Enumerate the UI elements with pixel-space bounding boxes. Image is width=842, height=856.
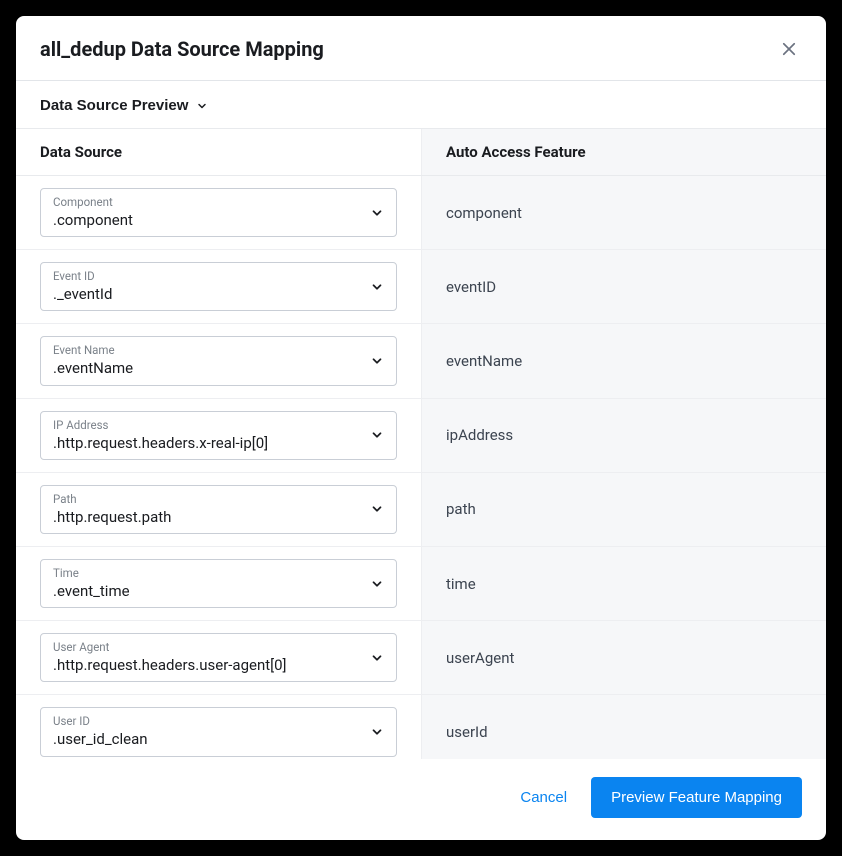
data-source-mapping-modal: all_dedup Data Source Mapping Data Sourc… [16, 16, 826, 840]
select-label: Component [53, 195, 360, 210]
select-label: Event Name [53, 343, 360, 358]
data-source-cell: Path.http.request.path [16, 473, 421, 546]
mapping-rows: Component.componentcomponentEvent ID._ev… [16, 176, 826, 759]
data-source-select[interactable]: Event Name.eventName [40, 336, 397, 385]
chevron-down-icon [196, 100, 208, 112]
auto-access-feature-cell: eventName [421, 324, 826, 397]
data-source-cell: Event Name.eventName [16, 324, 421, 397]
auto-access-feature-cell: component [421, 176, 826, 249]
auto-access-feature-cell: eventID [421, 250, 826, 323]
data-source-cell: User Agent.http.request.headers.user-age… [16, 621, 421, 694]
select-label: User Agent [53, 640, 360, 655]
data-source-preview-toggle[interactable]: Data Source Preview [40, 97, 208, 114]
select-label: Path [53, 492, 360, 507]
mapping-row: User Agent.http.request.headers.user-age… [16, 621, 826, 695]
data-source-select[interactable]: User Agent.http.request.headers.user-age… [40, 633, 397, 682]
select-value: .http.request.headers.user-agent[0] [53, 655, 360, 675]
chevron-down-icon [370, 725, 384, 739]
data-source-cell: User ID.user_id_clean [16, 695, 421, 759]
modal-title: all_dedup Data Source Mapping [40, 37, 324, 61]
column-header-data-source: Data Source [16, 129, 421, 175]
mapping-row: Event Name.eventName eventName [16, 324, 826, 398]
auto-access-feature-cell: userAgent [421, 621, 826, 694]
select-value: .component [53, 210, 360, 230]
data-source-select[interactable]: Time.event_time [40, 559, 397, 608]
chevron-down-icon [370, 206, 384, 220]
data-source-cell: Event ID._eventId [16, 250, 421, 323]
mapping-row: Time.event_time time [16, 547, 826, 621]
mapping-row: Event ID._eventId eventID [16, 250, 826, 324]
chevron-down-icon [370, 428, 384, 442]
chevron-down-icon [370, 354, 384, 368]
chevron-down-icon [370, 577, 384, 591]
select-label: Time [53, 566, 360, 581]
columns-header: Data Source Auto Access Feature [16, 128, 826, 176]
preview-section: Data Source Preview [16, 81, 826, 128]
select-label: Event ID [53, 269, 360, 284]
preview-feature-mapping-button[interactable]: Preview Feature Mapping [591, 777, 802, 818]
auto-access-feature-cell: time [421, 547, 826, 620]
chevron-down-icon [370, 280, 384, 294]
data-source-select[interactable]: Path.http.request.path [40, 485, 397, 534]
data-source-cell: Component.component [16, 176, 421, 249]
auto-access-feature-cell: path [421, 473, 826, 546]
select-value: .user_id_clean [53, 729, 360, 749]
mapping-row: IP Address.http.request.headers.x-real-i… [16, 399, 826, 473]
preview-toggle-label: Data Source Preview [40, 97, 188, 114]
select-value: .eventName [53, 358, 360, 378]
data-source-select[interactable]: IP Address.http.request.headers.x-real-i… [40, 411, 397, 460]
select-label: User ID [53, 714, 360, 729]
close-icon [780, 40, 798, 58]
chevron-down-icon [370, 651, 384, 665]
modal-header: all_dedup Data Source Mapping [16, 16, 826, 81]
select-value: .event_time [53, 581, 360, 601]
select-value: .http.request.path [53, 507, 360, 527]
mapping-row: Component.component component [16, 176, 826, 250]
select-value: .http.request.headers.x-real-ip[0] [53, 433, 360, 453]
modal-footer: Cancel Preview Feature Mapping [16, 759, 826, 840]
mapping-row: User ID.user_id_clean userId [16, 695, 826, 759]
cancel-button[interactable]: Cancel [516, 781, 571, 814]
chevron-down-icon [370, 502, 384, 516]
auto-access-feature-cell: userId [421, 695, 826, 759]
data-source-cell: Time.event_time [16, 547, 421, 620]
mapping-row: Path.http.request.path path [16, 473, 826, 547]
close-button[interactable] [776, 36, 802, 62]
data-source-select[interactable]: User ID.user_id_clean [40, 707, 397, 756]
select-value: ._eventId [53, 284, 360, 304]
select-label: IP Address [53, 418, 360, 433]
data-source-select[interactable]: Event ID._eventId [40, 262, 397, 311]
column-header-auto-access-feature: Auto Access Feature [421, 129, 826, 175]
auto-access-feature-cell: ipAddress [421, 399, 826, 472]
data-source-cell: IP Address.http.request.headers.x-real-i… [16, 399, 421, 472]
data-source-select[interactable]: Component.component [40, 188, 397, 237]
